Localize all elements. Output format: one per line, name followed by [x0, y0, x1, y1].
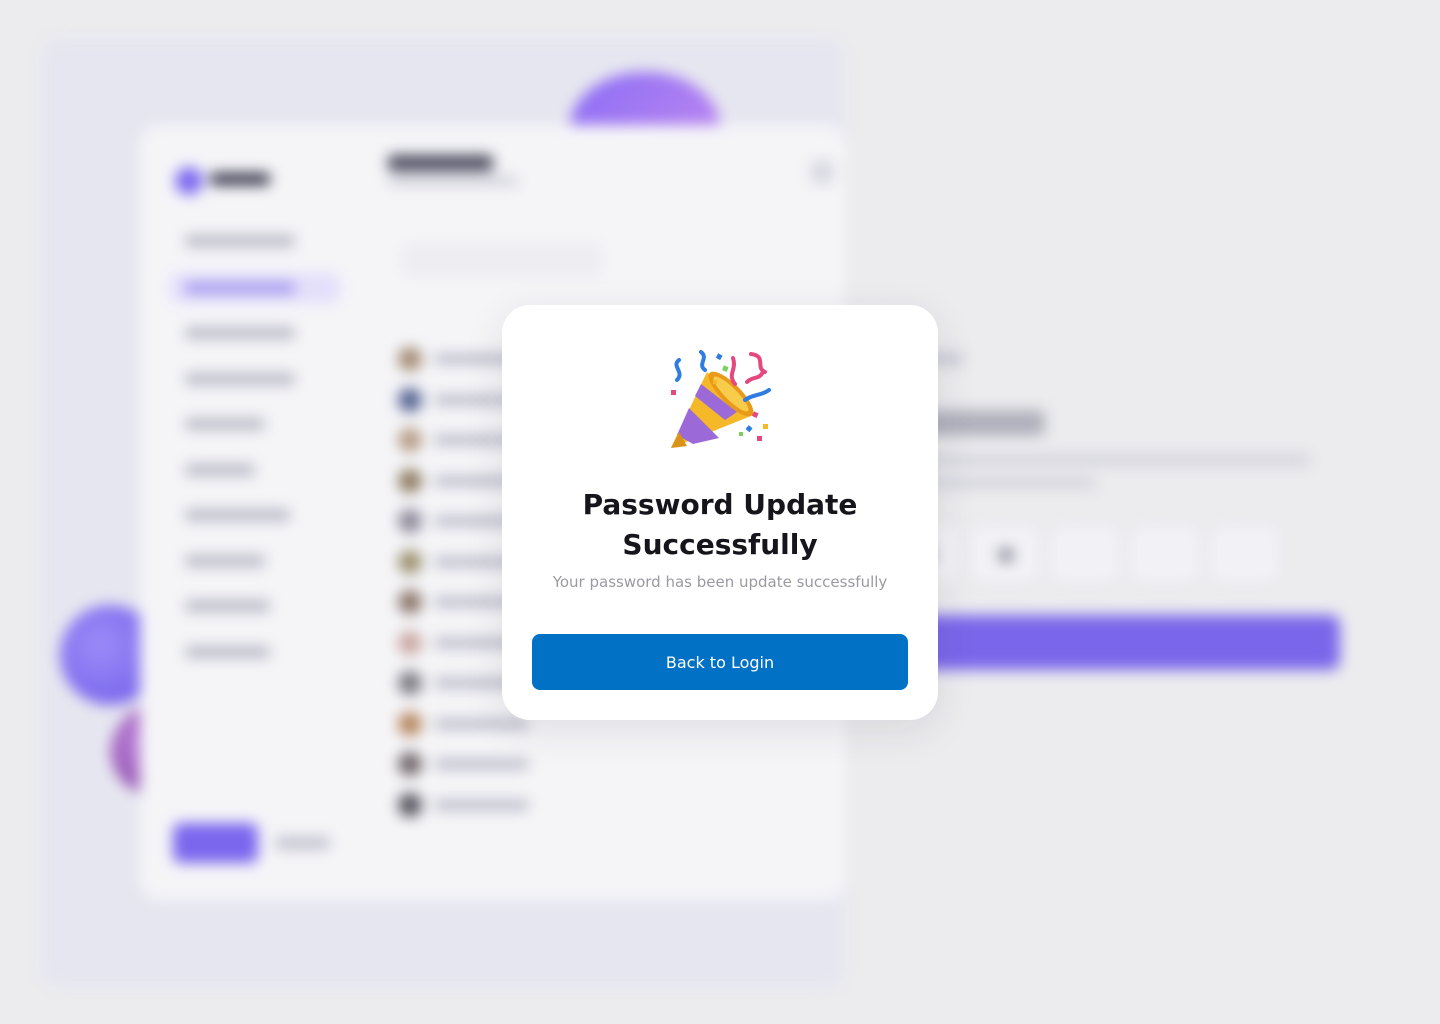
logo-placeholder — [210, 173, 270, 185]
sidebar-button — [173, 823, 258, 863]
background-search — [402, 243, 602, 277]
otp-box — [1210, 525, 1280, 583]
background-otp-text — [925, 455, 1310, 465]
otp-box — [1130, 525, 1200, 583]
back-to-login-button[interactable]: Back to Login — [532, 634, 908, 690]
table-row — [398, 752, 838, 776]
background-sidebar — [140, 125, 360, 900]
sidebar-item — [185, 282, 295, 294]
otp-box — [1050, 525, 1120, 583]
background-title — [388, 155, 493, 171]
sidebar-item — [185, 235, 295, 247]
sidebar-item — [185, 464, 255, 476]
background-icon-button — [810, 160, 834, 184]
sidebar-item — [185, 373, 295, 385]
sidebar-item — [185, 555, 265, 567]
otp-box — [970, 525, 1040, 583]
table-row — [398, 793, 838, 817]
sidebar-item — [185, 509, 290, 521]
modal-title-line: Successfully — [622, 528, 818, 561]
sidebar-item — [185, 646, 270, 658]
modal-title-line: Password Update — [582, 488, 858, 521]
modal-message: Your password has been update successful… — [552, 573, 888, 591]
success-modal: Password Update Successfully Your passwo… — [502, 305, 938, 720]
background-subtitle — [388, 177, 518, 185]
sidebar-link — [275, 837, 330, 849]
sidebar-item — [185, 327, 295, 339]
modal-title: Password Update Successfully — [502, 485, 938, 565]
background-otp-text — [925, 478, 1095, 488]
background-verify-button — [890, 615, 1340, 670]
sidebar-item — [185, 418, 265, 430]
logo-icon — [175, 167, 203, 195]
party-popper-icon — [671, 350, 771, 448]
background-otp-title — [925, 410, 1045, 436]
sidebar-item — [185, 600, 270, 612]
